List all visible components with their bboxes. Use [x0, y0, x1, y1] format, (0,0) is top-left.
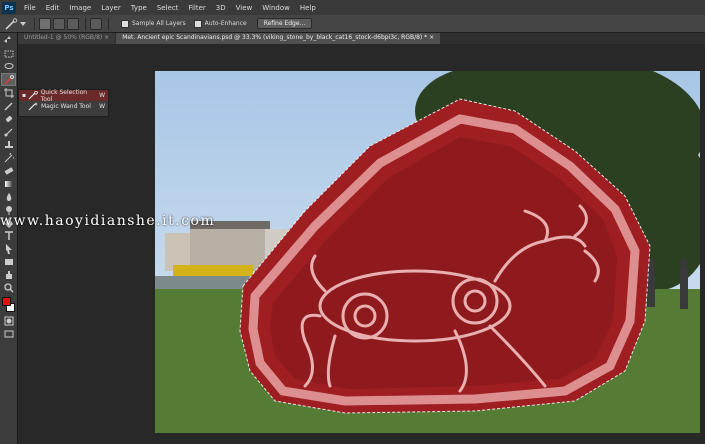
sample-all-layers-checkbox[interactable]: Sample All Layers [121, 19, 186, 28]
tab-untitled-1[interactable]: Untitled-1 @ 50% (RGB/8) × [18, 33, 116, 44]
tab-label: Met. Ancient epic Scandinavians.psd @ 33… [122, 34, 428, 41]
healing-brush-icon [5, 115, 12, 122]
watermark-text: www.haoyidianshe.it.com [0, 213, 216, 229]
healing-brush-tool[interactable] [2, 113, 15, 124]
checkbox-box[interactable] [193, 19, 202, 28]
path-selection-icon [5, 243, 12, 254]
add-to-selection-button[interactable] [53, 17, 65, 30]
flyout-label: Quick Selection Tool [40, 88, 88, 103]
quick-selection-icon [5, 17, 18, 30]
hand-tool[interactable] [2, 269, 15, 280]
quick-selection-icon [28, 91, 38, 100]
path-selection-tool[interactable] [2, 243, 15, 254]
hand-icon [5, 270, 12, 279]
menu-help[interactable]: Help [295, 4, 321, 12]
photoshop-logo: Ps [2, 1, 16, 14]
new-selection-button[interactable] [39, 17, 51, 30]
tab-scandinavians[interactable]: Met. Ancient epic Scandinavians.psd @ 33… [116, 33, 441, 44]
zoom-icon [3, 282, 14, 293]
screen-mode-icon [4, 330, 13, 337]
lasso-tool[interactable] [2, 61, 15, 72]
history-brush-icon [4, 152, 14, 162]
quick-selection-icon [3, 74, 14, 85]
menu-view[interactable]: View [231, 4, 258, 12]
menu-edit[interactable]: Edit [41, 4, 65, 12]
marquee-icon [4, 50, 13, 57]
menu-select[interactable]: Select [152, 4, 184, 12]
menu-3d[interactable]: 3D [211, 4, 231, 12]
eyedropper-tool[interactable] [2, 100, 15, 111]
quick-mask-button[interactable] [2, 315, 15, 326]
options-bar: Sample All Layers Auto-Enhance Refine Ed… [0, 15, 705, 33]
clone-stamp-icon [4, 140, 13, 148]
move-tool[interactable] [2, 35, 15, 46]
refine-edge-button[interactable]: Refine Edge... [256, 18, 313, 29]
crop-tool[interactable] [2, 87, 15, 98]
menu-filter[interactable]: Filter [183, 4, 210, 12]
tool-preset-picker[interactable] [4, 17, 30, 30]
menu-file[interactable]: File [19, 4, 41, 12]
menu-bar: Ps File Edit Image Layer Type Select Fil… [0, 0, 705, 15]
type-tool[interactable] [2, 230, 15, 241]
selection-tool-flyout: ▪ Quick Selection Tool W Magic Wand Tool… [18, 89, 109, 117]
menu-window[interactable]: Window [257, 4, 295, 12]
brush-icon [4, 128, 12, 136]
menu-image[interactable]: Image [64, 4, 96, 12]
eraser-icon [4, 166, 13, 175]
quick-selection-tool[interactable] [1, 73, 16, 86]
menu-layer[interactable]: Layer [96, 4, 126, 12]
eyedropper-icon [3, 101, 13, 111]
flyout-quick-selection-tool[interactable]: ▪ Quick Selection Tool W [19, 88, 108, 103]
blur-icon [6, 192, 11, 201]
crop-icon [3, 87, 14, 98]
sample-all-layers-label: Sample All Layers [132, 20, 186, 27]
brush-picker-button[interactable] [90, 17, 102, 30]
zoom-tool[interactable] [2, 282, 15, 293]
magic-wand-icon [28, 102, 38, 111]
menu-type[interactable]: Type [126, 4, 152, 12]
type-icon [4, 230, 13, 240]
tools-panel [0, 33, 18, 444]
flyout-magic-wand-tool[interactable]: Magic Wand Tool W [19, 101, 108, 112]
blur-tool[interactable] [2, 191, 15, 202]
document-canvas[interactable] [155, 71, 700, 433]
eraser-tool[interactable] [2, 165, 15, 176]
brush-tool[interactable] [2, 126, 15, 137]
gradient-tool[interactable] [2, 178, 15, 189]
auto-enhance-checkbox[interactable]: Auto-Enhance [193, 19, 247, 28]
auto-enhance-label: Auto-Enhance [204, 20, 247, 27]
tab-label: Untitled-1 @ 50% (RGB/8) [24, 34, 103, 41]
close-icon[interactable]: × [429, 34, 434, 41]
lasso-icon [4, 62, 13, 69]
screen-mode-button[interactable] [2, 328, 15, 339]
flyout-shortcut: W [99, 92, 105, 99]
history-brush-tool[interactable] [2, 152, 15, 163]
move-icon [3, 35, 11, 43]
gradient-icon [4, 180, 13, 187]
color-swatches [0, 297, 17, 313]
clone-stamp-tool[interactable] [2, 139, 15, 150]
flyout-shortcut: W [99, 103, 105, 110]
foreground-color-swatch[interactable] [2, 297, 11, 306]
checkbox-box[interactable] [121, 19, 129, 28]
chevron-down-icon [20, 21, 26, 26]
document-tabs: Untitled-1 @ 50% (RGB/8) × Met. Ancient … [18, 33, 705, 44]
shape-icon [4, 258, 13, 265]
quick-mask-icon [4, 316, 13, 325]
close-icon[interactable]: × [104, 34, 109, 41]
shape-tool[interactable] [2, 256, 15, 267]
subtract-from-selection-button[interactable] [67, 17, 79, 30]
marquee-tool[interactable] [2, 48, 15, 59]
flyout-label: Magic Wand Tool [41, 103, 91, 110]
